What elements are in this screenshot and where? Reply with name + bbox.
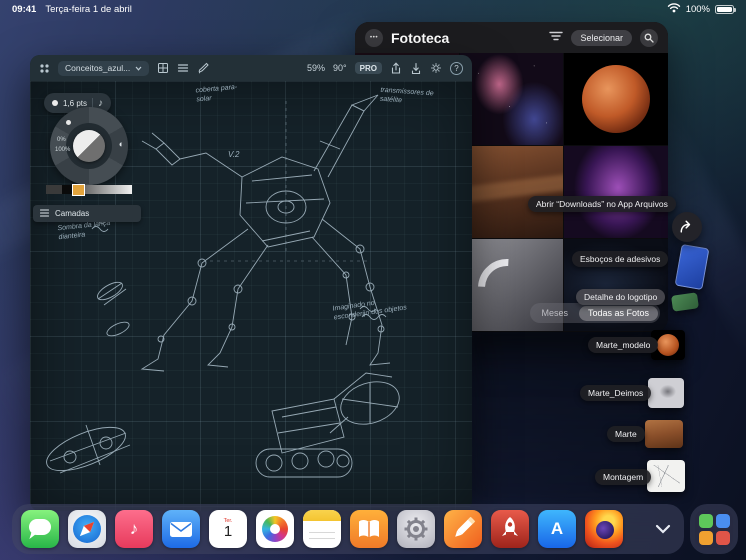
segment-todas-as-fotos[interactable]: Todas as Fotos	[578, 305, 658, 321]
photos-title: Fototeca	[391, 29, 450, 46]
dock-icon-rocket[interactable]	[491, 510, 529, 548]
photo-thumbnail-nebula[interactable]	[459, 53, 564, 145]
dock: ♪ Ter. 1 A	[12, 504, 684, 554]
drag-item-label[interactable]: Marte_Deimos	[580, 385, 652, 401]
tool-wheel[interactable]: 0% 100% ◐	[50, 107, 128, 190]
photos-header: ••• Fototeca Selecionar	[355, 22, 668, 53]
color-well[interactable]	[73, 130, 105, 162]
brush-tip-dot	[52, 100, 58, 106]
settings-gear-icon[interactable]	[430, 62, 442, 74]
apps-grid-icon[interactable]	[39, 63, 50, 74]
import-icon[interactable]	[410, 62, 422, 75]
pro-badge[interactable]: PRO	[354, 62, 382, 74]
notes-header-strip	[303, 510, 341, 521]
dock-icon-drawing[interactable]	[444, 510, 482, 548]
dock-icon-calendar[interactable]: Ter. 1	[209, 510, 247, 548]
photo-thumbnail-desert[interactable]	[459, 146, 564, 238]
zoom-level[interactable]: 59%	[307, 63, 325, 73]
opacity-max-label: 100%	[55, 147, 71, 153]
swatch-orange-selected[interactable]	[72, 183, 85, 196]
menu-icon[interactable]	[177, 63, 189, 73]
dock-collapse-chevron[interactable]	[651, 517, 675, 541]
drag-thumb-marte[interactable]	[645, 420, 683, 448]
dock-icon-music[interactable]: ♪	[115, 510, 153, 548]
filter-icon[interactable]	[549, 29, 564, 47]
dock-icon-books[interactable]	[350, 510, 388, 548]
dock-icon-settings[interactable]	[397, 510, 435, 548]
flower-icon	[262, 516, 288, 542]
chevron-down-icon	[135, 66, 142, 71]
rotation-value[interactable]: 90°	[333, 63, 347, 73]
dock-icon-safari[interactable]	[68, 510, 106, 548]
share-export-icon[interactable]	[390, 61, 402, 75]
canvas-annotation: V.2	[228, 150, 240, 159]
battery-percent: 100%	[685, 3, 710, 15]
chat-bubble-icon	[29, 519, 51, 535]
brush-icon[interactable]	[197, 62, 209, 74]
drag-item-label[interactable]: Montagem	[595, 469, 652, 485]
dock-icon-mail[interactable]	[162, 510, 200, 548]
layers-panel-header[interactable]: Camadas	[33, 205, 141, 222]
drawing-toolbar: Conceitos_azul... 59% 90° PRO ?	[30, 55, 472, 81]
document-title-dropdown[interactable]: Conceitos_azul...	[58, 60, 150, 76]
grid-view-icon[interactable]	[157, 62, 169, 74]
drawing-app-window: Conceitos_azul... 59% 90° PRO ? coberta …	[30, 55, 472, 511]
layers-menu-icon	[39, 208, 50, 219]
library-tile	[698, 530, 713, 545]
shade-icon: ◐	[118, 139, 124, 149]
notes-lines	[309, 527, 335, 541]
drag-item-label[interactable]: Esboços de adesivos	[572, 251, 669, 267]
search-button[interactable]	[640, 28, 658, 47]
active-tool-dot	[66, 120, 71, 125]
library-tile	[698, 513, 713, 528]
status-right: 100%	[667, 2, 736, 16]
color-swatch-bar[interactable]	[46, 183, 132, 196]
layers-label: Camadas	[55, 209, 90, 218]
ipad-screen: 09:41 Terça-feira 1 de abril 100% ••• Fo…	[0, 0, 746, 560]
photo-thumbnail-mars[interactable]	[564, 53, 668, 145]
status-left: 09:41 Terça-feira 1 de abril	[12, 4, 132, 15]
swatch-gradient[interactable]	[85, 185, 132, 194]
dock-icon-messages[interactable]	[21, 510, 59, 548]
window-more-button[interactable]: •••	[365, 28, 383, 47]
clock: 09:41	[12, 3, 37, 15]
dock-icon-browser[interactable]	[585, 510, 623, 548]
document-title: Conceitos_azul...	[65, 63, 131, 73]
dock-icon-photos[interactable]	[256, 510, 294, 548]
battery-icon	[715, 4, 736, 14]
select-button[interactable]: Selecionar	[571, 29, 632, 46]
status-bar: 09:41 Terça-feira 1 de abril 100%	[0, 0, 746, 18]
drag-thumb-montagem[interactable]	[647, 460, 685, 492]
drop-hint-label: Abrir “Downloads” no App Arquivos	[528, 196, 676, 212]
drag-item-label[interactable]: Detalhe do logotipo	[576, 289, 666, 305]
dock-icon-notes[interactable]	[303, 510, 341, 548]
wifi-icon	[667, 2, 681, 16]
help-button[interactable]: ?	[450, 61, 463, 75]
photos-view-segmented-control: Meses Todas as Fotos	[530, 303, 660, 323]
library-tile	[715, 530, 730, 545]
photo-thumbnail-purple-nebula[interactable]	[564, 146, 668, 238]
library-tile	[715, 513, 730, 528]
swatch-black[interactable]	[62, 185, 72, 194]
drag-forward-badge[interactable]	[672, 212, 702, 242]
segment-meses[interactable]: Meses	[532, 306, 577, 321]
drag-thumb-marte-deimos[interactable]	[648, 378, 684, 408]
app-library-icon[interactable]	[695, 510, 733, 548]
swatch-gray[interactable]	[46, 185, 62, 194]
date: Terça-feira 1 de abril	[45, 3, 132, 15]
opacity-min-label: 0%	[57, 137, 66, 143]
drag-item-label[interactable]: Marte_modelo	[588, 337, 659, 353]
calendar-day: 1	[223, 523, 233, 541]
drag-item-label[interactable]: Marte	[607, 426, 645, 442]
dock-right-section	[690, 504, 738, 554]
dock-icon-app-store[interactable]: A	[538, 510, 576, 548]
